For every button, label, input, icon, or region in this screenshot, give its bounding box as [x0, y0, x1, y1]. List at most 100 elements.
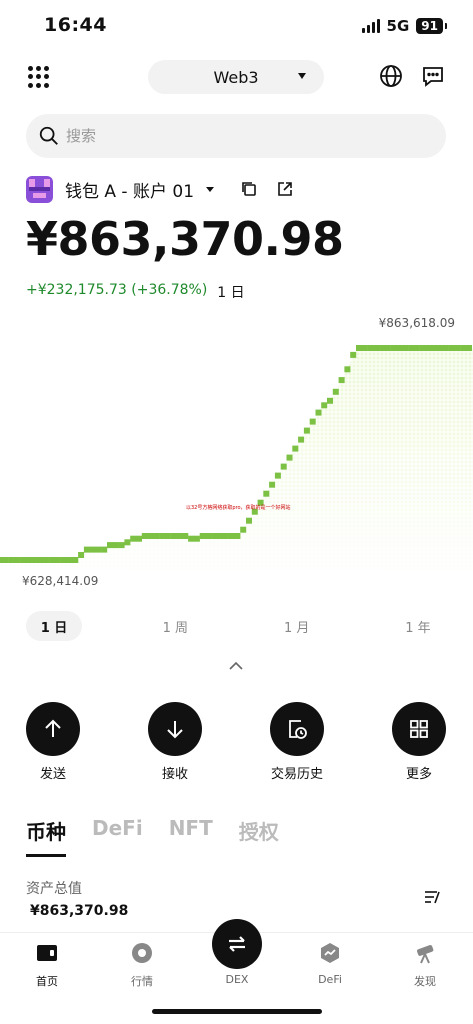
chart-point — [228, 533, 235, 539]
send-button[interactable]: 发送 — [13, 702, 93, 782]
chart-point — [211, 533, 218, 539]
chart-point — [367, 345, 374, 351]
tab-defi[interactable]: DeFi — [92, 816, 143, 845]
chart-point — [153, 533, 160, 539]
caret-down-icon — [298, 73, 306, 79]
chart-point — [246, 517, 252, 524]
tab-approvals[interactable]: 授权 — [239, 816, 279, 845]
change-value: +¥232,175.73 (+36.78%) — [26, 282, 208, 298]
wallet-name: 钱包 A - 账户 01 — [65, 181, 195, 202]
range-tab-1m[interactable]: 1 月 — [269, 611, 325, 641]
chart-point — [0, 557, 3, 563]
chart-point — [292, 445, 299, 452]
chart-point — [350, 351, 357, 358]
chart-point — [222, 533, 229, 539]
chart-point — [89, 546, 96, 553]
chart-point — [66, 557, 73, 563]
chart-point — [164, 533, 171, 539]
chart-point — [431, 345, 438, 351]
apps-grid-icon[interactable] — [28, 66, 50, 88]
chart-point — [176, 533, 183, 539]
top-nav: Web3 — [0, 58, 473, 98]
globe-icon[interactable] — [379, 64, 403, 88]
nav-discover-label: 发现 — [414, 975, 436, 988]
status-indicators: 5G 91 — [361, 17, 447, 35]
range-tab-1y[interactable]: 1 年 — [390, 611, 446, 641]
nav-home[interactable]: 首页 — [17, 941, 77, 989]
chart-point — [332, 388, 339, 395]
chart-point — [118, 542, 125, 549]
chart-point — [425, 345, 432, 351]
nav-market[interactable]: 行情 — [112, 941, 172, 989]
network-label: Web3 — [213, 67, 259, 87]
tab-nft[interactable]: NFT — [169, 816, 213, 845]
history-button[interactable]: 交易历史 — [257, 702, 337, 782]
balance-chart[interactable]: ¥863,618.09 ¥628,414.09 以32号方格网络获取pro，获取… — [0, 312, 473, 602]
chart-point — [112, 542, 119, 549]
chart-point — [274, 472, 281, 479]
chart-point — [442, 345, 449, 351]
status-bar: 16:44 5G 91 — [0, 0, 473, 52]
arrow-up-icon — [45, 719, 61, 737]
chart-point — [413, 345, 420, 351]
change-period: 1 日 — [217, 285, 245, 301]
nav-market-label: 行情 — [131, 975, 153, 988]
range-tab-1w[interactable]: 1 周 — [147, 611, 203, 641]
search-input[interactable] — [66, 114, 426, 158]
network-type: 5G — [386, 17, 410, 35]
nav-discover[interactable]: 发现 — [395, 941, 455, 989]
caret-down-icon — [206, 186, 215, 192]
wallet-selector[interactable]: 钱包 A - 账户 01 — [26, 174, 215, 204]
history-label: 交易历史 — [270, 767, 323, 782]
chevron-up-icon[interactable] — [228, 660, 244, 672]
chart-point — [361, 345, 368, 351]
chart-point — [309, 418, 316, 425]
chart-point — [54, 557, 61, 563]
sort-filter-icon[interactable] — [423, 888, 443, 906]
chart-point — [234, 533, 241, 539]
chart-point — [136, 535, 142, 542]
network-selector[interactable]: Web3 — [148, 60, 324, 94]
home-indicator — [152, 1009, 322, 1014]
nav-home-label: 首页 — [36, 975, 58, 988]
chart-point — [379, 345, 386, 351]
chart-point — [26, 557, 32, 563]
total-balance: ¥863,370.98 — [26, 212, 344, 266]
chart-point — [263, 490, 270, 497]
search-bar[interactable] — [26, 114, 446, 158]
chart-point — [107, 542, 113, 549]
external-link-icon[interactable] — [276, 180, 294, 198]
balance-change: +¥232,175.73 (+36.78%) 1 日 — [26, 282, 245, 302]
chart-point — [466, 345, 472, 351]
chart-point — [344, 366, 351, 373]
search-icon — [39, 126, 58, 145]
receive-label: 接收 — [161, 767, 188, 782]
message-icon[interactable] — [421, 64, 445, 88]
chart-point — [327, 397, 333, 404]
chart-point — [460, 345, 467, 351]
chart-point — [20, 557, 27, 563]
chart-low-label: ¥628,414.09 — [22, 574, 99, 588]
receive-button[interactable]: 接收 — [135, 702, 215, 782]
chart-watermark: 以32号方格网络获取pro，获取的是一个好网站 — [186, 505, 291, 511]
chart-point — [159, 533, 166, 539]
nav-defi[interactable]: DeFi — [300, 941, 360, 986]
tab-tokens[interactable]: 币种 — [26, 816, 66, 857]
more-button[interactable]: 更多 — [379, 702, 459, 782]
signal-icon — [361, 19, 380, 33]
telescope-icon — [417, 945, 434, 964]
wallet-avatar — [26, 175, 53, 203]
chart-point — [193, 535, 200, 542]
status-time: 16:44 — [44, 14, 107, 36]
bottom-nav: 首页 行情 DEX DeFi 发现 — [0, 919, 473, 1024]
chart-point — [60, 557, 67, 563]
battery-icon: 91 — [416, 18, 447, 34]
chart-point — [269, 481, 276, 488]
dex-button[interactable] — [212, 919, 262, 969]
chart-point — [72, 557, 79, 563]
copy-icon[interactable] — [240, 180, 258, 198]
arrow-down-icon — [167, 721, 183, 739]
range-tab-1d[interactable]: 1 日 — [26, 611, 82, 641]
chart-point — [303, 427, 310, 434]
swap-icon — [229, 936, 245, 952]
